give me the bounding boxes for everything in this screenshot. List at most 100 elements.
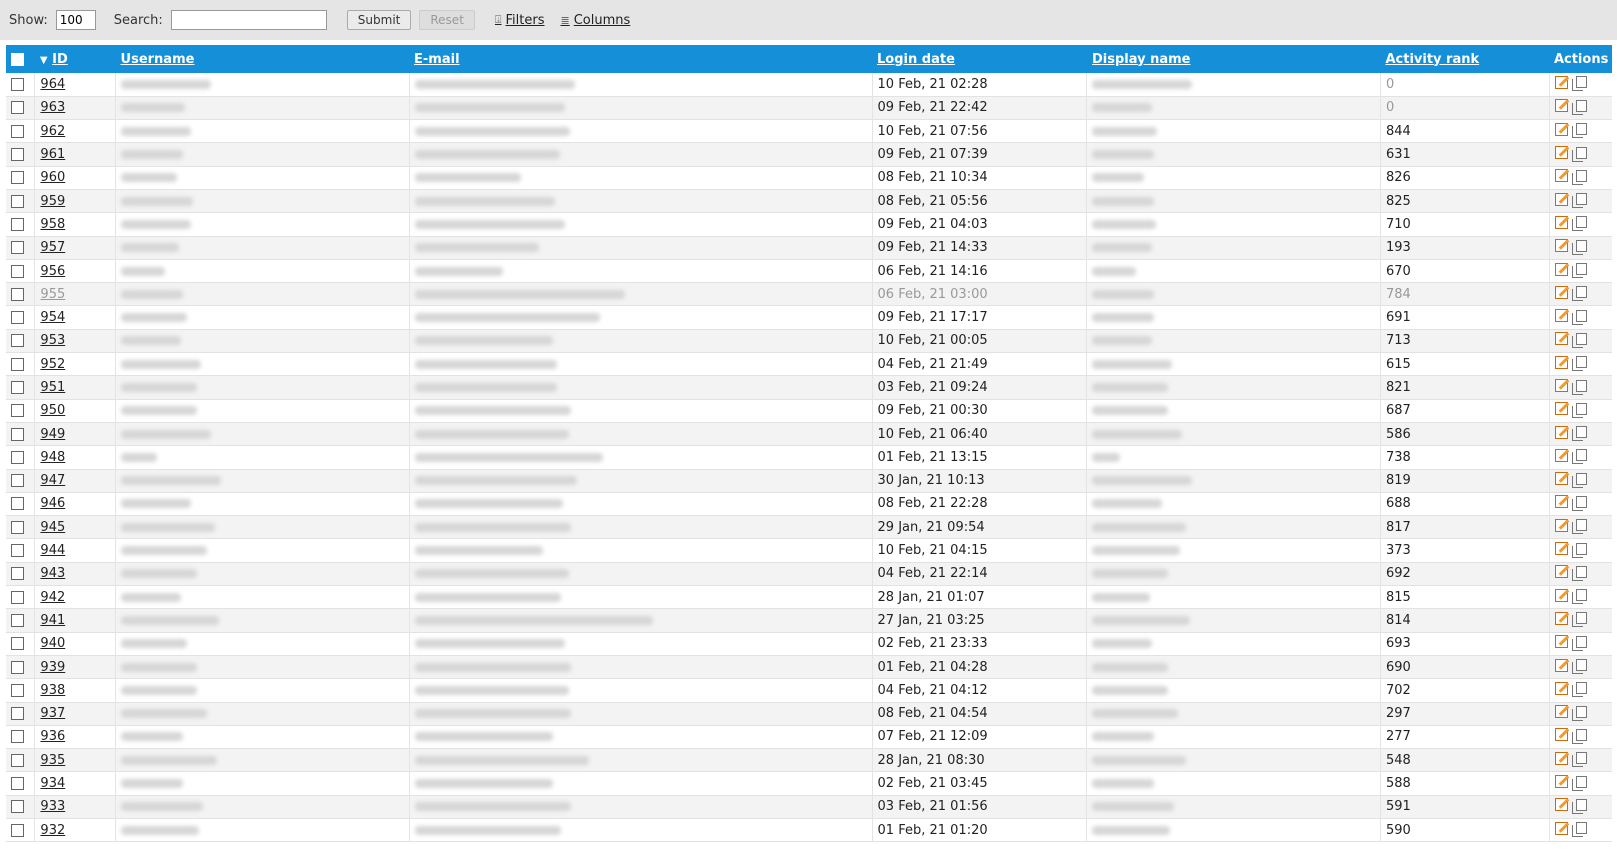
row-checkbox[interactable]: [11, 753, 24, 767]
edit-icon[interactable]: [1555, 239, 1569, 253]
copy-icon[interactable]: [1572, 705, 1588, 721]
row-select-cell[interactable]: [6, 445, 36, 470]
user-id-link[interactable]: 935: [40, 753, 65, 768]
cell-id[interactable]: 932: [34, 818, 117, 842]
row-checkbox[interactable]: [11, 450, 24, 464]
row-select-cell[interactable]: [6, 585, 36, 609]
row-select-cell[interactable]: [6, 492, 36, 516]
column-email-label[interactable]: E-mail: [414, 52, 460, 67]
row-select-cell[interactable]: [6, 119, 36, 143]
row-select-cell[interactable]: [6, 73, 36, 97]
user-id-link[interactable]: 961: [40, 147, 65, 162]
row-checkbox[interactable]: [11, 777, 24, 791]
column-activity-rank-label[interactable]: Activity rank: [1385, 52, 1479, 67]
copy-icon[interactable]: [1572, 822, 1588, 838]
row-checkbox[interactable]: [11, 264, 24, 278]
row-select-cell[interactable]: [6, 399, 36, 423]
user-id-link[interactable]: 962: [40, 124, 65, 139]
edit-icon[interactable]: [1555, 495, 1569, 509]
row-select-cell[interactable]: [6, 608, 36, 633]
row-checkbox[interactable]: [11, 613, 24, 627]
row-checkbox[interactable]: [11, 660, 24, 674]
user-id-link[interactable]: 932: [40, 823, 65, 838]
edit-icon[interactable]: [1555, 215, 1569, 229]
row-checkbox[interactable]: [11, 357, 24, 371]
copy-icon[interactable]: [1572, 565, 1588, 581]
edit-icon[interactable]: [1555, 146, 1569, 160]
copy-icon[interactable]: [1572, 146, 1588, 162]
row-select-cell[interactable]: [6, 469, 36, 493]
cell-id[interactable]: 949: [34, 422, 117, 446]
row-checkbox[interactable]: [11, 683, 24, 697]
row-select-cell[interactable]: [6, 562, 36, 586]
user-id-link[interactable]: 945: [40, 520, 65, 535]
copy-icon[interactable]: [1572, 495, 1588, 511]
cell-id[interactable]: 945: [34, 515, 117, 539]
copy-icon[interactable]: [1572, 775, 1588, 791]
copy-icon[interactable]: [1572, 542, 1588, 558]
row-select-cell[interactable]: [6, 538, 36, 563]
edit-icon[interactable]: [1555, 611, 1569, 625]
row-select-cell[interactable]: [6, 189, 36, 213]
row-checkbox[interactable]: [11, 474, 24, 488]
column-id[interactable]: ▼ ID: [35, 45, 116, 73]
user-id-link[interactable]: 947: [40, 473, 65, 488]
user-id-link[interactable]: 952: [40, 357, 65, 372]
cell-id[interactable]: 936: [34, 725, 117, 749]
cell-id[interactable]: 943: [34, 562, 117, 586]
copy-icon[interactable]: [1572, 728, 1588, 744]
user-id-link[interactable]: 942: [40, 590, 65, 605]
user-id-link[interactable]: 934: [40, 776, 65, 791]
user-id-link[interactable]: 940: [40, 636, 65, 651]
edit-icon[interactable]: [1555, 169, 1569, 183]
edit-icon[interactable]: [1555, 542, 1569, 556]
row-checkbox[interactable]: [11, 334, 24, 348]
row-select-cell[interactable]: [6, 282, 36, 306]
cell-id[interactable]: 935: [34, 748, 117, 772]
cell-id[interactable]: 954: [34, 305, 117, 330]
copy-icon[interactable]: [1572, 402, 1588, 418]
copy-icon[interactable]: [1572, 286, 1588, 302]
row-checkbox[interactable]: [11, 544, 24, 558]
user-id-link[interactable]: 949: [40, 427, 65, 442]
user-id-link[interactable]: 963: [40, 100, 65, 115]
edit-icon[interactable]: [1555, 402, 1569, 416]
row-select-cell[interactable]: [6, 748, 36, 772]
cell-id[interactable]: 955: [34, 282, 117, 306]
filters-link[interactable]: ⍗ Filters: [495, 13, 545, 28]
row-select-cell[interactable]: [6, 818, 36, 842]
row-checkbox[interactable]: [11, 101, 24, 115]
cell-id[interactable]: 933: [34, 795, 117, 819]
cell-id[interactable]: 958: [34, 212, 117, 237]
edit-icon[interactable]: [1555, 705, 1569, 719]
row-select-cell[interactable]: [6, 678, 36, 703]
cell-id[interactable]: 964: [34, 73, 117, 97]
edit-icon[interactable]: [1555, 75, 1569, 89]
copy-icon[interactable]: [1572, 519, 1588, 535]
edit-icon[interactable]: [1555, 192, 1569, 206]
show-count-input[interactable]: [55, 10, 96, 30]
cell-id[interactable]: 948: [34, 445, 117, 470]
column-display-name-label[interactable]: Display name: [1092, 52, 1191, 67]
row-checkbox[interactable]: [11, 194, 24, 208]
copy-icon[interactable]: [1572, 682, 1588, 698]
column-login-date[interactable]: Login date: [872, 45, 1087, 73]
copy-icon[interactable]: [1572, 169, 1588, 185]
row-select-cell[interactable]: [6, 212, 36, 237]
row-checkbox[interactable]: [11, 171, 24, 185]
copy-icon[interactable]: [1572, 472, 1588, 488]
row-checkbox[interactable]: [11, 148, 24, 162]
row-checkbox[interactable]: [11, 707, 24, 721]
user-id-link[interactable]: 937: [40, 706, 65, 721]
row-select-cell[interactable]: [6, 305, 36, 330]
edit-icon[interactable]: [1555, 681, 1569, 695]
edit-icon[interactable]: [1555, 775, 1569, 789]
row-select-cell[interactable]: [6, 96, 36, 120]
copy-icon[interactable]: [1572, 356, 1588, 372]
user-id-link[interactable]: 959: [40, 194, 65, 209]
copy-icon[interactable]: [1572, 659, 1588, 675]
row-select-cell[interactable]: [6, 375, 36, 400]
submit-button[interactable]: Submit: [346, 10, 412, 30]
user-id-link[interactable]: 951: [40, 380, 65, 395]
column-id-label[interactable]: ID: [52, 52, 68, 67]
